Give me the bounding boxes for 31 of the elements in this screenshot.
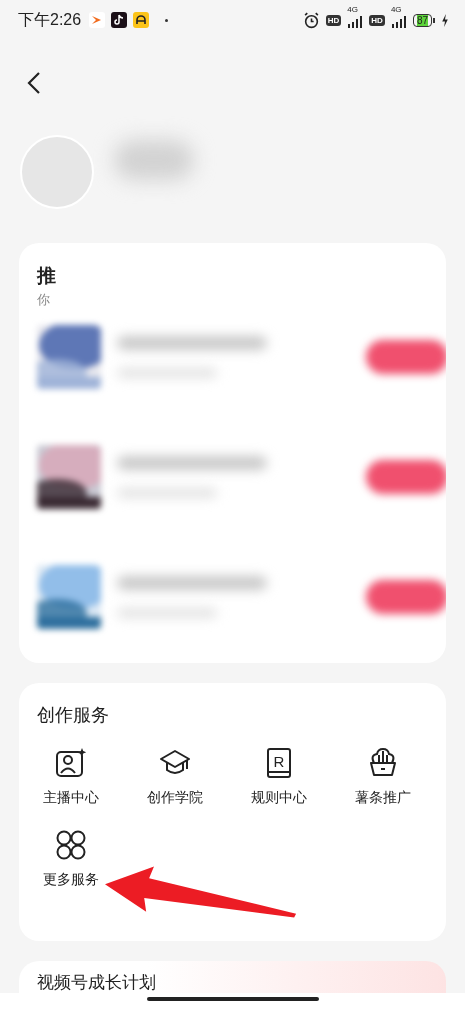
battery-indicator: 87 [412,13,432,27]
music-note-icon [111,12,128,28]
signal-icon [390,16,407,28]
back-icon[interactable] [27,70,41,95]
fries-bowl-icon [367,747,399,779]
helmet-icon [133,12,150,28]
blurred-button[interactable] [366,580,446,614]
app-notification-icon [89,12,106,28]
section-title: 创作服务 [37,704,110,727]
service-item[interactable]: 主播中心 [19,747,123,807]
card-title: 视频号成长计划 [37,973,156,992]
home-indicator[interactable] [146,997,319,1001]
user-sparkle-icon [55,747,87,779]
notification-dot [165,18,169,22]
card-title: 推 [37,264,57,288]
service-item[interactable]: 更多服务 [19,829,123,889]
status-time: 下午2:26 [18,9,82,30]
service-item[interactable]: R 规则中心 [227,747,331,807]
network-type: 4G [347,5,358,14]
hd-badge: HD [325,14,342,26]
service-item[interactable]: 薯条推广 [331,747,435,807]
hd-badge: HD [369,14,385,26]
network-type: 4G [390,5,402,14]
blurred-button[interactable] [366,460,446,494]
alarm-icon [302,11,320,29]
charging-icon [441,13,449,27]
blurred-button[interactable] [366,340,446,374]
service-item[interactable]: 创作学院 [123,747,227,807]
card-subtitle: 你 [37,291,51,309]
four-circles-icon [55,829,87,861]
signal-icon [347,16,364,28]
